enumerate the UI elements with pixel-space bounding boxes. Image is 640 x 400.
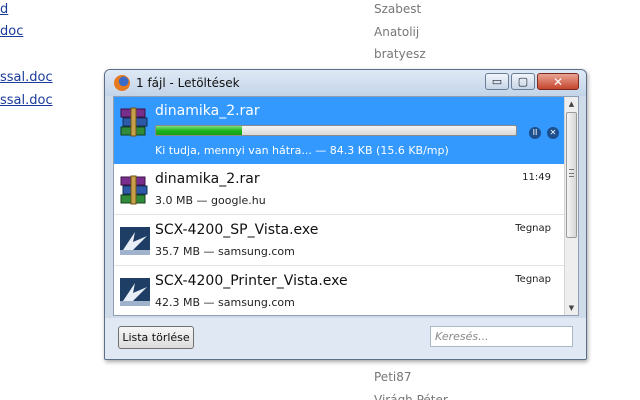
download-item-active[interactable]: dinamika_2.rar II ✕ Ki tudja, mennyi van… — [114, 97, 565, 164]
download-item[interactable]: dinamika_2.rar 3.0 MB — google.hu 11:49 — [114, 165, 565, 215]
close-button[interactable]: ✕ — [537, 73, 579, 90]
download-item[interactable]: SCX-4200_Printer_Vista.exe 42.3 MB — sam… — [114, 267, 565, 315]
cancel-download-button[interactable]: ✕ — [547, 127, 559, 139]
vertical-scrollbar[interactable]: ▲ ▼ — [564, 97, 578, 315]
file-name: SCX-4200_SP_Vista.exe — [155, 222, 319, 238]
maximize-button[interactable]: ▢ — [511, 73, 535, 90]
download-time: Tegnap — [515, 223, 551, 234]
window-title: 1 fájl - Letöltések — [136, 76, 240, 90]
doc-link[interactable]: d — [0, 2, 8, 18]
user-name: bratyesz — [374, 47, 426, 61]
doc-link[interactable]: ssal.doc — [0, 70, 53, 86]
file-name: SCX-4200_Printer_Vista.exe — [155, 273, 348, 289]
scroll-down-arrow[interactable]: ▼ — [565, 301, 578, 315]
minimize-icon: ▭ — [491, 75, 503, 88]
winrar-archive-icon — [120, 175, 148, 205]
doc-link[interactable]: doc — [0, 24, 23, 40]
file-name: dinamika_2.rar — [155, 171, 260, 187]
user-name: Szabest — [374, 2, 422, 16]
installer-exe-icon — [120, 227, 150, 255]
maximize-icon: ▢ — [517, 75, 529, 88]
download-time: 11:49 — [522, 172, 551, 183]
download-status: 42.3 MB — samsung.com — [155, 296, 295, 309]
user-name: Peti87 — [374, 370, 412, 384]
search-input[interactable] — [430, 326, 573, 347]
pause-button[interactable]: II — [529, 127, 541, 139]
scrollbar-thumb[interactable] — [566, 112, 577, 238]
download-progress-bar — [155, 125, 517, 136]
footer-bar: Lista törlése — [105, 318, 586, 359]
user-name: Anatolij — [374, 25, 420, 39]
clear-list-button[interactable]: Lista törlése — [118, 326, 194, 349]
scroll-up-arrow[interactable]: ▲ — [565, 97, 578, 111]
installer-exe-icon — [120, 278, 150, 306]
caption-buttons: ▭ ▢ ✕ — [485, 73, 579, 90]
download-item[interactable]: SCX-4200_SP_Vista.exe 35.7 MB — samsung.… — [114, 216, 565, 266]
file-name: dinamika_2.rar — [155, 103, 260, 119]
download-list[interactable]: dinamika_2.rar II ✕ Ki tudja, mennyi van… — [113, 96, 579, 316]
download-status: Ki tudja, mennyi van hátra... — 84.3 KB … — [155, 144, 449, 157]
user-name: Virágh Péter — [374, 393, 448, 400]
download-time: Tegnap — [515, 274, 551, 285]
download-status: 3.0 MB — google.hu — [155, 194, 266, 207]
grip-icon — [569, 169, 574, 177]
progress-fill — [156, 126, 243, 135]
download-status: 35.7 MB — samsung.com — [155, 245, 295, 258]
doc-link[interactable]: ssal.doc — [0, 93, 53, 109]
title-bar[interactable]: 1 fájl - Letöltések ▭ ▢ ✕ — [105, 70, 586, 96]
firefox-icon — [114, 75, 130, 91]
downloads-window: 1 fájl - Letöltések ▭ ▢ ✕ dinamika_2.rar… — [104, 69, 587, 360]
winrar-archive-icon — [120, 107, 148, 137]
close-icon: ✕ — [552, 74, 564, 89]
minimize-button[interactable]: ▭ — [485, 73, 509, 90]
